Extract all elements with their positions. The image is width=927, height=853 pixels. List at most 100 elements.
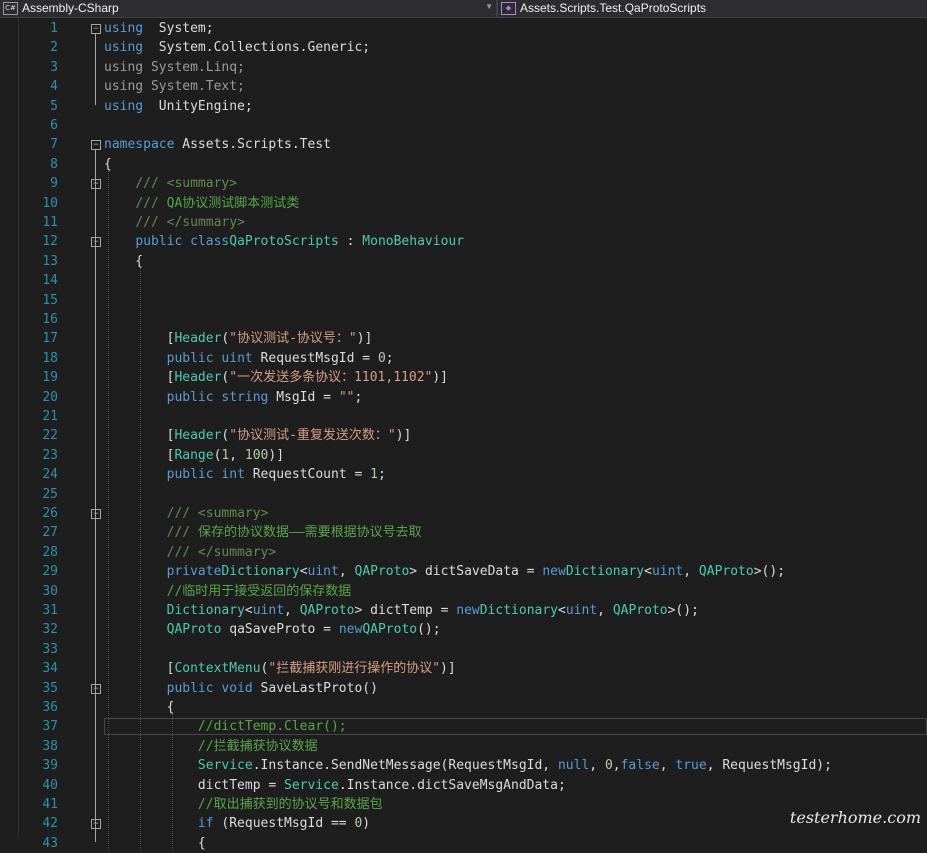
- line-number: 9: [50, 176, 58, 192]
- code-text: {: [104, 252, 143, 271]
- code-token: QAProto: [612, 603, 668, 618]
- code-token: using: [104, 21, 144, 36]
- code-token: QA协议测试脚本测试类: [166, 195, 300, 211]
- collapse-toggle-icon[interactable]: −: [91, 819, 101, 830]
- code-text: [ContextMenu("拦截捕获刚进行操作的协议")]: [104, 659, 456, 678]
- line-number: 6: [50, 118, 58, 133]
- line-number: 26: [42, 506, 58, 521]
- code-token: ,: [597, 603, 613, 618]
- code-line[interactable]: 6: [0, 116, 927, 135]
- code-line[interactable]: 8{: [0, 155, 927, 174]
- code-line[interactable]: 3 using System.Linq;: [0, 58, 927, 77]
- code-text: Dictionary<uint, QAProto> dictTemp = new…: [104, 601, 699, 620]
- line-number: 18: [42, 350, 58, 366]
- code-token: )]: [395, 428, 412, 444]
- line-number: 28: [42, 544, 58, 560]
- code-token: "拦截捕获刚进行操作的协议": [268, 661, 441, 677]
- line-number: 39: [42, 758, 58, 774]
- code-token: qaSaveProto =: [221, 622, 339, 638]
- line-number: 25: [42, 486, 58, 502]
- code-text: //拦截捕获协议数据: [104, 737, 318, 756]
- code-token: public class: [135, 234, 230, 250]
- code-text: public void SaveLastProto(): [104, 679, 378, 698]
- fold-connector: [95, 33, 96, 105]
- line-number: 14: [42, 273, 58, 289]
- fold-connector: [95, 149, 96, 842]
- code-token: {: [104, 253, 144, 269]
- code-token: "协议测试-重复发送次数：": [229, 428, 396, 444]
- code-text: dictTemp = Service.Instance.dictSaveMsgA…: [104, 776, 566, 795]
- code-line[interactable]: 12 − public classQaProtoScripts : MonoBeh…: [0, 232, 927, 251]
- project-dropdown[interactable]: C# Assembly-CSharp ▼: [0, 0, 496, 16]
- code-token: using System.Text;: [104, 79, 245, 95]
- code-line[interactable]: 5 using UnityEngine;: [0, 97, 927, 116]
- class-label: Assets.Scripts.Test.QaProtoScripts: [520, 1, 707, 15]
- code-token: "协议测试-协议号：": [229, 331, 357, 347]
- code-text: using System.Linq;: [104, 58, 245, 77]
- code-token: Dictionary: [221, 564, 300, 580]
- line-number: 32: [42, 622, 58, 638]
- csharp-project-icon: C#: [3, 1, 18, 15]
- collapse-toggle-icon[interactable]: −: [91, 237, 101, 248]
- code-line[interactable]: 10 /// QA协议测试脚本测试类: [0, 194, 927, 213]
- code-token: 1: [370, 467, 378, 483]
- code-token: //拦截捕获协议数据: [197, 738, 318, 754]
- code-token: using: [104, 40, 144, 56]
- code-token: new: [542, 564, 566, 580]
- code-token: ): [362, 816, 371, 832]
- code-token: QaProtoScripts: [229, 234, 339, 250]
- line-number: 30: [42, 583, 58, 599]
- line-number: 8: [50, 156, 58, 172]
- code-token: false: [620, 758, 660, 774]
- code-token: Dictionary: [166, 603, 245, 618]
- current-line-highlight: [104, 718, 927, 736]
- code-token: 0: [377, 350, 386, 366]
- code-line[interactable]: 2 using System.Collections.Generic;: [0, 38, 927, 57]
- code-line[interactable]: 7 − namespace Assets.Scripts.Test: [0, 135, 927, 154]
- code-token: //临时用于接受返回的保存数据: [166, 583, 352, 599]
- code-token: QAProto: [299, 603, 355, 618]
- code-text: //取出捕获到的协议号和数据包: [104, 795, 383, 814]
- line-number: 10: [42, 195, 58, 211]
- code-line[interactable]: 1 − using System;: [0, 19, 927, 38]
- line-number: 19: [42, 370, 58, 386]
- code-token: ///: [135, 195, 167, 211]
- code-text: /// <summary>: [104, 174, 237, 193]
- code-token: {: [104, 156, 112, 172]
- indent-guide: [108, 170, 109, 850]
- line-number: 38: [42, 738, 58, 754]
- code-token: uint: [565, 603, 598, 618]
- line-number: 21: [42, 409, 58, 424]
- code-token: public void: [166, 680, 253, 696]
- code-token: uint: [307, 564, 339, 580]
- code-token: QAProto: [698, 564, 754, 580]
- chevron-down-icon[interactable]: ▼: [485, 2, 493, 11]
- collapse-toggle-icon[interactable]: −: [91, 509, 101, 519]
- code-token: public int: [166, 467, 245, 483]
- code-token: public uint: [166, 350, 253, 366]
- code-line[interactable]: 4 using System.Text;: [0, 77, 927, 96]
- code-text: using UnityEngine;: [104, 97, 253, 116]
- code-token: <: [644, 564, 652, 580]
- line-number: 29: [42, 564, 58, 580]
- collapse-toggle-icon[interactable]: −: [91, 24, 101, 34]
- code-token: )]: [356, 331, 373, 347]
- code-text: public classQaProtoScripts : MonoBehavio…: [104, 232, 464, 251]
- code-line[interactable]: 11 /// </summary>: [0, 213, 927, 232]
- collapse-toggle-icon[interactable]: −: [91, 683, 101, 694]
- code-token: Header: [174, 370, 222, 386]
- code-text: privateDictionary<uint, QAProto> dictSav…: [104, 562, 785, 581]
- class-dropdown[interactable]: ◆ Assets.Scripts.Test.QaProtoScripts: [498, 0, 927, 16]
- code-editor[interactable]: 1− using System; 2 using System.Collections…: [0, 18, 927, 851]
- collapse-toggle-icon[interactable]: −: [91, 179, 101, 190]
- code-line[interactable]: 9 − /// <summary>: [0, 174, 927, 193]
- code-token: dictTemp =: [104, 777, 285, 793]
- line-number: 4: [50, 79, 58, 95]
- collapse-toggle-icon[interactable]: −: [91, 140, 101, 151]
